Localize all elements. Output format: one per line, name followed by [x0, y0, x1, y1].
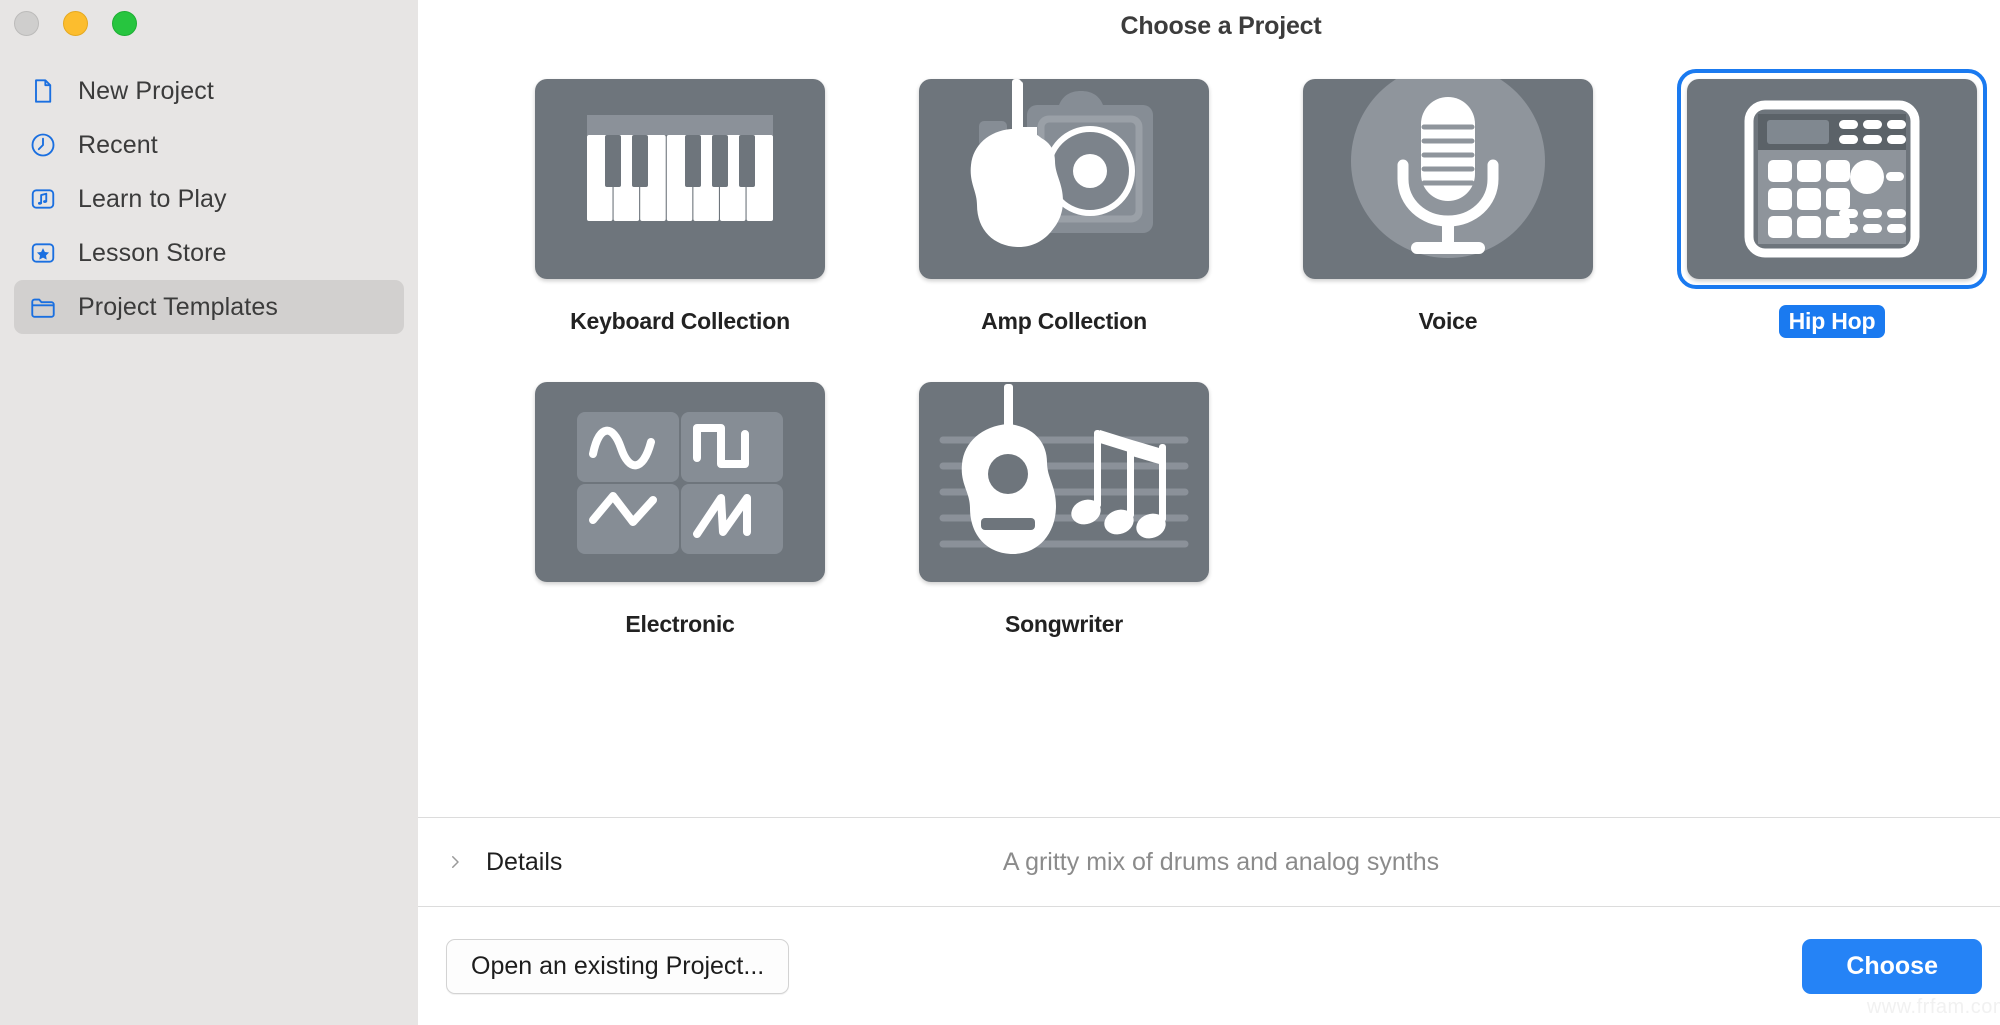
- sidebar: New Project Recent Learn to Play Lesson …: [0, 0, 418, 1025]
- open-existing-project-button[interactable]: Open an existing Project...: [446, 938, 790, 994]
- sidebar-item-label: Learn to Play: [78, 184, 227, 213]
- close-window-button[interactable]: [14, 11, 39, 36]
- sidebar-item-label: New Project: [78, 76, 214, 105]
- template-thumb-wrap: [909, 69, 1219, 289]
- template-card-label: Hip Hop: [1778, 305, 1886, 338]
- details-toggle[interactable]: Details: [418, 848, 562, 877]
- sidebar-item-label: Project Templates: [78, 292, 278, 321]
- template-card-label: Songwriter: [1004, 611, 1124, 637]
- microphone-icon: [1303, 79, 1593, 279]
- zoom-window-button[interactable]: [112, 11, 137, 36]
- template-description: A gritty mix of drums and analog synths: [1002, 847, 1440, 876]
- piano-keyboard-icon: [535, 79, 825, 279]
- electric-guitar-amp-icon: [919, 79, 1209, 279]
- clock-icon: [28, 130, 58, 160]
- template-card-songwriter[interactable]: Songwriter: [872, 372, 1256, 641]
- sidebar-item-lesson-store[interactable]: Lesson Store: [14, 226, 404, 280]
- template-card-hip-hop[interactable]: Hip Hop: [1640, 69, 2000, 338]
- sidebar-item-label: Lesson Store: [78, 238, 227, 267]
- details-bar[interactable]: Details A gritty mix of drums and analog…: [418, 817, 2000, 907]
- template-card-label: Amp Collection: [981, 308, 1147, 334]
- footer-bar: Open an existing Project... Choose www.f…: [418, 907, 2000, 1025]
- template-card-electronic[interactable]: Electronic: [488, 372, 872, 641]
- template-thumb-wrap: [1293, 69, 1603, 289]
- document-icon: [28, 76, 58, 106]
- chevron-right-icon[interactable]: [446, 849, 464, 875]
- template-thumb-wrap-selected: [1677, 69, 1987, 289]
- main-panel: Choose a Project Keyboard Collection Amp…: [418, 0, 2000, 1025]
- choose-button[interactable]: Choose: [1802, 938, 1982, 994]
- template-card-label: Voice: [1418, 308, 1478, 334]
- sidebar-item-learn-to-play[interactable]: Learn to Play: [14, 172, 404, 226]
- watermark: www.frfam.com: [1866, 996, 2000, 1018]
- template-grid-spacer: [1640, 372, 2000, 641]
- sidebar-item-label: Recent: [78, 130, 158, 159]
- window-controls: [0, 0, 418, 36]
- acoustic-guitar-notes-icon: [919, 382, 1209, 582]
- sidebar-item-recent[interactable]: Recent: [14, 118, 404, 172]
- template-grid-row: Electronic Songwriter: [418, 372, 2000, 641]
- template-grid-spacer: [1256, 372, 1640, 641]
- template-grid: Keyboard Collection Amp Collection Voice…: [418, 41, 2000, 817]
- sidebar-item-project-templates[interactable]: Project Templates: [14, 280, 404, 334]
- sidebar-list: New Project Recent Learn to Play Lesson …: [0, 64, 418, 334]
- template-thumb-wrap: [525, 69, 835, 289]
- template-card-amp-collection[interactable]: Amp Collection: [872, 69, 1256, 338]
- star-icon: [28, 238, 58, 268]
- template-thumb-wrap: [909, 372, 1219, 592]
- folder-icon: [28, 292, 58, 322]
- waveforms-icon: [535, 382, 825, 582]
- music-note-icon: [28, 184, 58, 214]
- template-thumb-wrap: [525, 372, 835, 592]
- minimize-window-button[interactable]: [63, 11, 88, 36]
- template-card-label: Keyboard Collection: [570, 308, 790, 334]
- project-chooser-window: New Project Recent Learn to Play Lesson …: [0, 0, 2000, 1025]
- template-card-label: Electronic: [625, 611, 735, 637]
- template-card-keyboard-collection[interactable]: Keyboard Collection: [488, 69, 872, 338]
- template-grid-row: Keyboard Collection Amp Collection Voice…: [418, 69, 2000, 338]
- page-title: Choose a Project: [1120, 12, 1322, 40]
- sidebar-item-new-project[interactable]: New Project: [14, 64, 404, 118]
- template-card-voice[interactable]: Voice: [1256, 69, 1640, 338]
- drum-machine-icon: [1687, 79, 1977, 279]
- details-label: Details: [486, 847, 563, 876]
